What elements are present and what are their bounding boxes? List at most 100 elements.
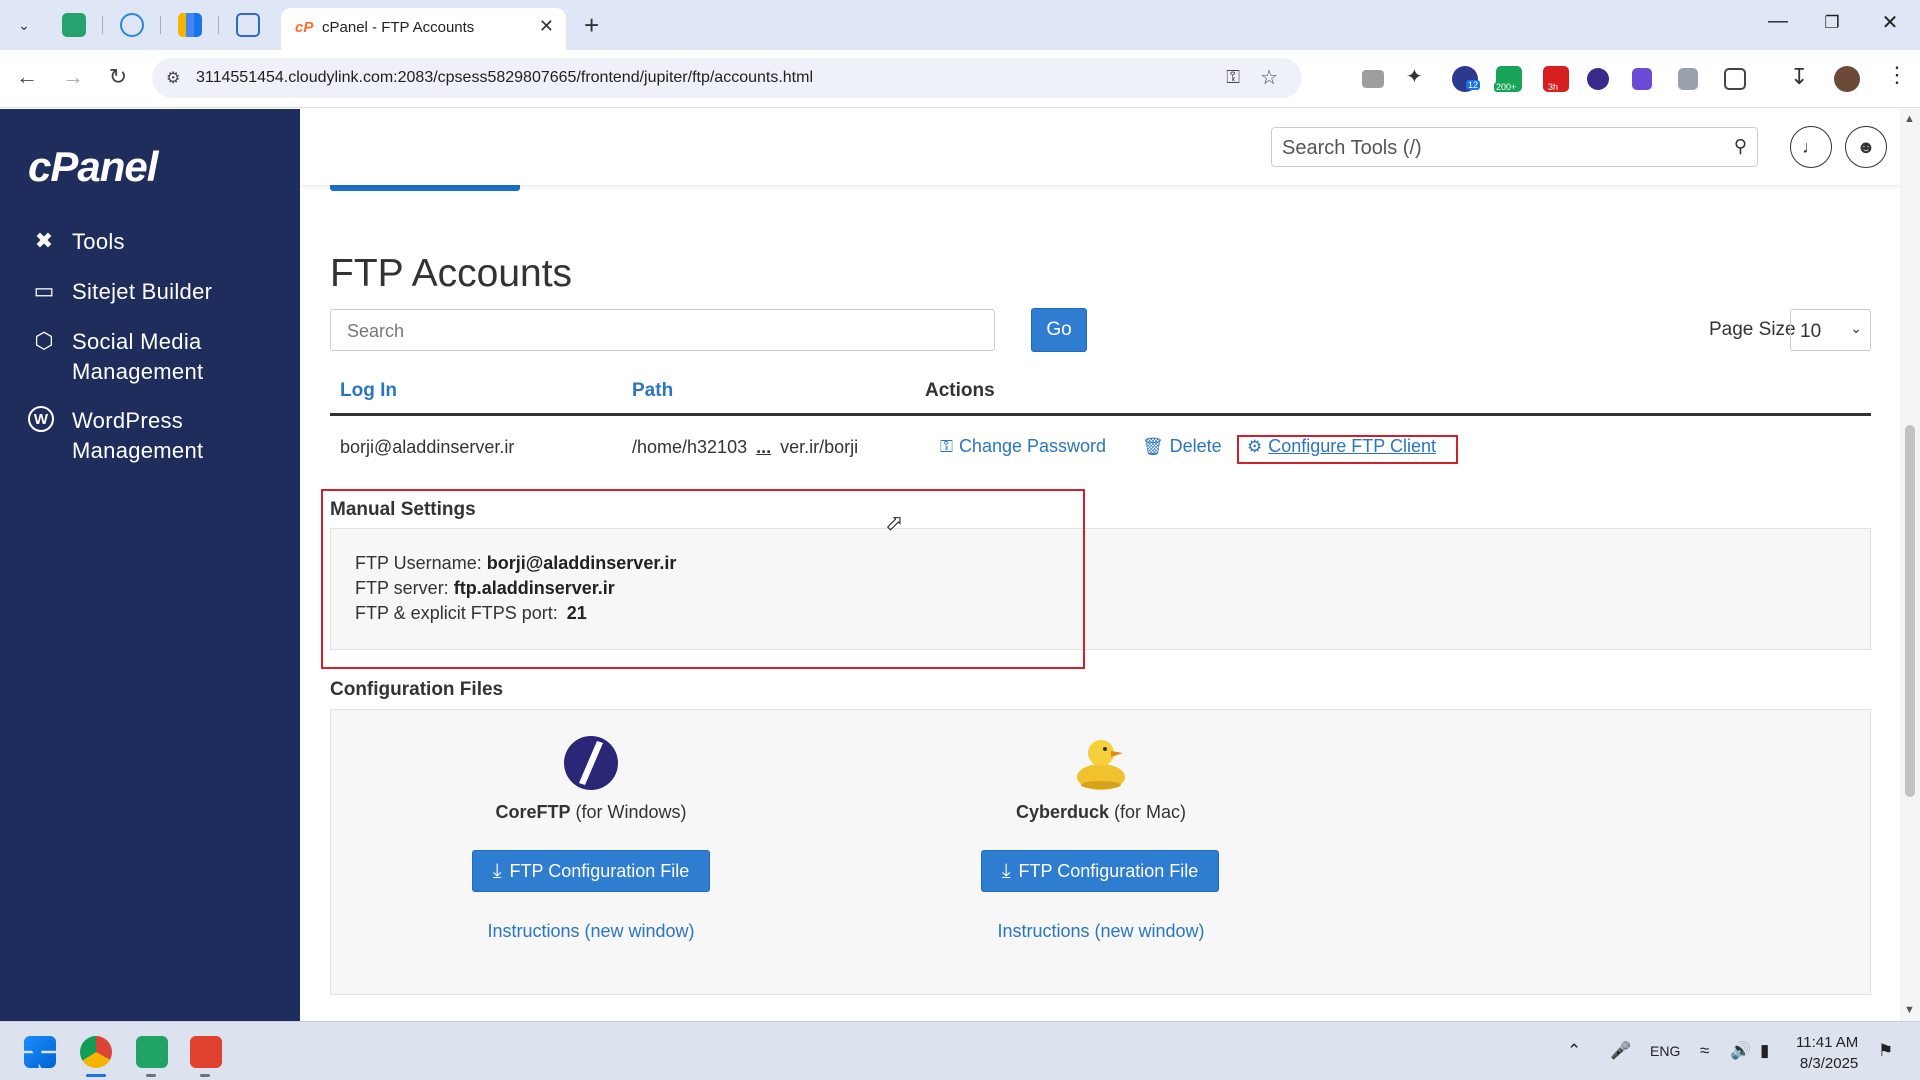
- search-placeholder: Search: [347, 321, 405, 341]
- pinned-tab-shield-icon[interactable]: [62, 13, 86, 37]
- configuration-files-title: Configuration Files: [330, 679, 504, 700]
- microphone-icon[interactable]: 🎤: [1610, 1041, 1631, 1061]
- cpanel-favicon-icon: cP: [295, 19, 314, 36]
- wifi-icon[interactable]: ≈: [1700, 1041, 1709, 1061]
- sidebar-item-label: Social Media: [72, 329, 202, 354]
- notifications-bell-icon[interactable]: ♩: [1790, 126, 1832, 168]
- search-input[interactable]: Search: [330, 309, 995, 351]
- scrolled-button-edge: [330, 185, 520, 191]
- notification-icon[interactable]: ⚑: [1878, 1041, 1893, 1061]
- address-bar[interactable]: ⚙ 3114551454.cloudylink.com:2083/cpsess5…: [152, 58, 1302, 98]
- page-size-select[interactable]: 10 ⌄: [1790, 309, 1871, 351]
- camtasia-red-taskbar-icon[interactable]: [190, 1036, 222, 1068]
- ftp-login: borji@aladdinserver.ir: [340, 437, 515, 457]
- volume-icon[interactable]: 🔊: [1730, 1041, 1751, 1061]
- camtasia-green-taskbar-icon[interactable]: [136, 1036, 168, 1068]
- tray-chevron-up-icon[interactable]: ⌃: [1567, 1041, 1581, 1061]
- taskbar-clock[interactable]: 11:41 AM 8/3/2025: [1796, 1032, 1858, 1074]
- main-content: Search Tools (/) ⚲ ♩ ☻ FTP Accounts Sear…: [300, 109, 1900, 1021]
- client-name-bold: CoreFTP: [495, 802, 571, 822]
- new-tab-plus-icon[interactable]: +: [584, 10, 599, 41]
- windows-start-icon[interactable]: [24, 1036, 56, 1068]
- scrollbar-thumb[interactable]: [1905, 425, 1915, 797]
- bookmark-star-icon[interactable]: ☆: [1260, 65, 1278, 90]
- download-button-label: FTP Configuration File: [1018, 860, 1199, 881]
- header-login[interactable]: Log In: [340, 380, 397, 402]
- coreftp-config-download-button[interactable]: ⤓ FTP Configuration File: [472, 850, 710, 892]
- download-button-label: FTP Configuration File: [509, 860, 690, 881]
- window-minimize-icon[interactable]: —: [1758, 10, 1798, 33]
- profile-avatar[interactable]: [1834, 66, 1860, 92]
- url-text: 3114551454.cloudylink.com:2083/cpsess582…: [196, 69, 814, 86]
- password-key-icon[interactable]: ⚿: [1226, 67, 1240, 88]
- clock-time: 11:41 AM: [1796, 1034, 1859, 1051]
- scroll-up-icon[interactable]: ▲: [1904, 113, 1915, 125]
- clock-date: 8/3/2025: [1799, 1055, 1859, 1072]
- magic-extension-icon[interactable]: ✦: [1406, 64, 1432, 90]
- extension-badge: 3h: [1546, 82, 1561, 92]
- pinned-tab-analytics-icon[interactable]: [178, 13, 202, 37]
- delete-label: Delete: [1169, 436, 1222, 456]
- change-password-link[interactable]: ⚿ Change Password: [940, 436, 1106, 457]
- browser-menu-icon[interactable]: ⋮: [1886, 62, 1912, 88]
- cyberduck-instructions-link[interactable]: Instructions (new window): [971, 921, 1231, 942]
- sidebar-item-label: Sitejet Builder: [72, 279, 213, 304]
- sidebar-item-label: Tools: [72, 229, 125, 254]
- cpanel-topbar: Search Tools (/) ⚲ ♩ ☻: [300, 109, 1900, 185]
- client-name-bold: Cyberduck: [1015, 802, 1110, 822]
- sidebar-item-label: Management: [72, 359, 204, 384]
- delete-link[interactable]: 🗑 Delete: [1142, 436, 1222, 457]
- tab-cpanel-ftp-accounts[interactable]: cP cPanel - FTP Accounts ✕: [281, 8, 566, 50]
- battery-icon[interactable]: ▮: [1760, 1041, 1769, 1061]
- active-app-indicator: [86, 1074, 106, 1077]
- user-account-icon[interactable]: ☻: [1845, 126, 1887, 168]
- key-icon: ⚿: [940, 436, 953, 456]
- cpanel-logo[interactable]: cPanel: [28, 143, 158, 191]
- wordpress-icon: W: [28, 406, 54, 432]
- chrome-taskbar-icon[interactable]: [80, 1036, 112, 1068]
- chevron-down-icon: ⌄: [1850, 320, 1862, 336]
- search-tools-input[interactable]: Search Tools (/) ⚲: [1271, 127, 1758, 167]
- purple-extension-icon[interactable]: [1587, 68, 1609, 90]
- cyberduck-config-download-button[interactable]: ⤓ FTP Configuration File: [981, 850, 1219, 892]
- scroll-down-icon[interactable]: ▼: [1904, 1004, 1915, 1016]
- annotation-highlight-box: [321, 489, 1085, 669]
- window-restore-icon[interactable]: ❐: [1812, 13, 1852, 33]
- sidebar-item-social-media-management[interactable]: ⬡ Social Media Management: [28, 327, 203, 387]
- sidebar-item-wordpress-management[interactable]: W WordPress Management: [28, 406, 203, 466]
- language-indicator[interactable]: ENG: [1650, 1043, 1680, 1059]
- gray-shield-extension-icon[interactable]: [1678, 68, 1698, 90]
- download-icon: ⤓: [492, 859, 502, 882]
- coreftp-instructions-link[interactable]: Instructions (new window): [461, 921, 721, 942]
- camera-extension-icon[interactable]: [1362, 70, 1384, 88]
- cpanel-sidebar: cPanel ✖ Tools ▭ Sitejet Builder ⬡ Socia…: [0, 109, 300, 1021]
- app-indicator: [146, 1074, 156, 1077]
- site-info-icon[interactable]: ⚙: [166, 68, 180, 88]
- coreftp-name: CoreFTP (for Windows): [461, 802, 721, 823]
- sidebar-item-sitejet-builder[interactable]: ▭ Sitejet Builder: [28, 277, 212, 307]
- tools-icon: ✖: [34, 228, 54, 253]
- extension-badge: 12: [1466, 80, 1481, 90]
- pinned-tab-flow-icon[interactable]: [236, 13, 260, 37]
- search-tools-placeholder: Search Tools (/): [1282, 137, 1422, 159]
- path-ellipsis[interactable]: ...: [756, 437, 771, 457]
- back-arrow-icon[interactable]: ←: [12, 64, 42, 90]
- extensions-puzzle-icon[interactable]: [1724, 68, 1746, 90]
- shield-s-extension-icon[interactable]: [1632, 68, 1652, 90]
- ftp-path: /home/h32103 ... ver.ir/borji: [632, 437, 858, 458]
- reload-icon[interactable]: ↻: [103, 64, 133, 90]
- page-scrollbar[interactable]: ▲ ▼: [1900, 109, 1920, 1021]
- window-close-icon[interactable]: ✕: [1870, 10, 1910, 35]
- header-path[interactable]: Path: [632, 380, 673, 402]
- social-icon: ⬡: [34, 328, 54, 353]
- search-icon[interactable]: ⚲: [1734, 136, 1747, 157]
- trash-icon: 🗑: [1142, 436, 1164, 456]
- go-button[interactable]: Go: [1031, 308, 1087, 352]
- download-icon[interactable]: ↧: [1790, 64, 1816, 90]
- pinned-tab-bubble-icon[interactable]: [120, 13, 144, 37]
- sidebar-item-tools[interactable]: ✖ Tools: [28, 227, 125, 257]
- forward-arrow-icon[interactable]: →: [58, 64, 88, 90]
- tab-search-chevron-icon[interactable]: ⌄: [10, 12, 38, 38]
- table-header-divider: [330, 413, 1871, 416]
- tab-close-icon[interactable]: ✕: [539, 16, 554, 37]
